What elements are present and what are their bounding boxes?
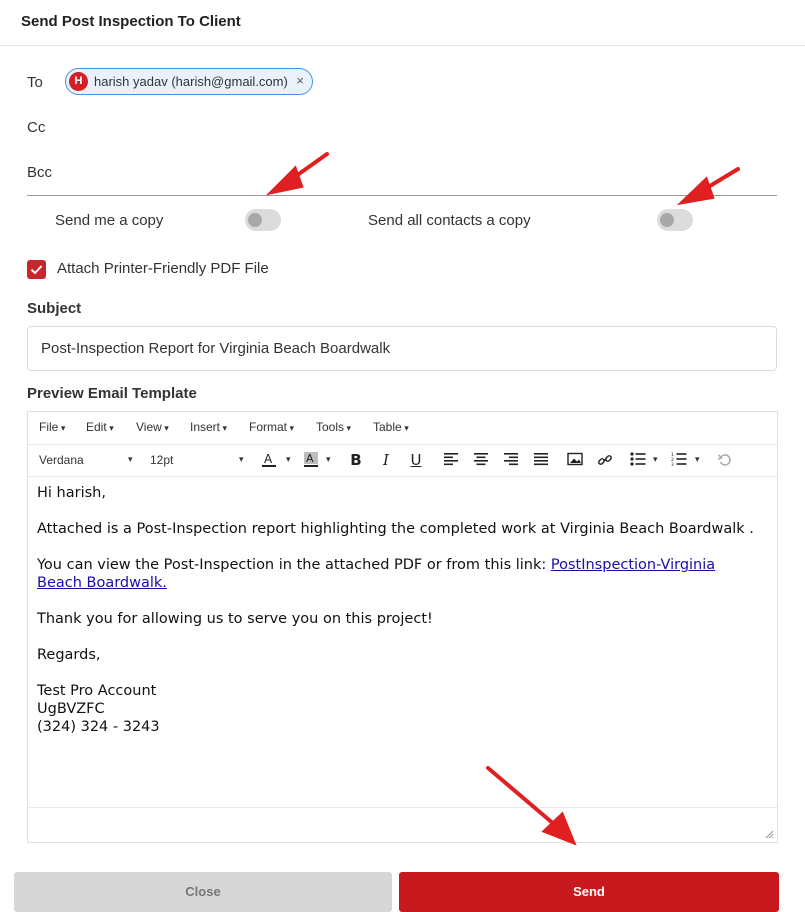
arrowhead-icon	[676, 176, 715, 206]
menu-edit[interactable]: Edit	[86, 420, 114, 434]
email-signature: Test Pro Account UgBVZFC (324) 324 - 3243	[37, 682, 762, 736]
insert-image-icon[interactable]	[565, 450, 585, 470]
align-justify-icon[interactable]	[531, 450, 551, 470]
email-greeting: Hi harish,	[37, 485, 106, 501]
arrow-to-send-all-contacts-icon	[698, 167, 740, 194]
subject-input[interactable]	[27, 326, 777, 371]
editor-statusbar	[28, 807, 777, 842]
toggle-knob	[660, 213, 674, 227]
send-button[interactable]: Send	[399, 872, 779, 912]
send-all-contacts-toggle[interactable]	[657, 209, 693, 231]
send-all-contacts-label: Send all contacts a copy	[368, 212, 531, 229]
arrow-to-send-me-copy-icon	[287, 152, 329, 183]
email-editor: File Edit View Insert Format Tools Table…	[27, 411, 778, 843]
svg-text:A: A	[306, 452, 314, 465]
menu-tools[interactable]: Tools	[316, 420, 351, 434]
subject-label: Subject	[27, 300, 82, 317]
dialog-header: Send Post Inspection To Client	[0, 0, 805, 46]
italic-icon[interactable]: I	[376, 450, 396, 470]
signature-code: UgBVZFC	[37, 701, 105, 717]
svg-text:3: 3	[671, 462, 674, 466]
menu-view[interactable]: View	[136, 420, 169, 434]
arrowhead-icon	[265, 165, 304, 196]
underline-icon[interactable]: U	[406, 450, 426, 470]
align-left-icon[interactable]	[441, 450, 461, 470]
signature-phone: (324) 324 - 3243	[37, 719, 160, 735]
recipient-avatar: H	[69, 72, 88, 91]
bold-icon[interactable]: B	[346, 450, 366, 470]
highlight-color-icon[interactable]: A	[301, 450, 321, 470]
font-size-select[interactable]: 12pt	[150, 453, 173, 467]
to-label: To	[27, 74, 43, 91]
menu-format[interactable]: Format	[249, 420, 294, 434]
bullet-list-icon[interactable]	[628, 450, 648, 470]
menu-insert[interactable]: Insert	[190, 420, 227, 434]
align-right-icon[interactable]	[501, 450, 521, 470]
remove-recipient-icon[interactable]: ×	[296, 73, 304, 88]
signature-name: Test Pro Account	[37, 683, 157, 699]
email-body[interactable]: Hi harish, Attached is a Post-Inspection…	[37, 484, 762, 754]
recipient-chip[interactable]: H harish yadav (harish@gmail.com) ×	[65, 68, 313, 95]
chevron-down-icon: ▾	[286, 454, 291, 464]
editor-menubar: File Edit View Insert Format Tools Table	[28, 412, 777, 445]
chevron-down-icon: ▾	[239, 454, 244, 464]
toggle-knob	[248, 213, 262, 227]
numbered-list-icon[interactable]: 123	[669, 450, 689, 470]
attach-pdf-checkbox[interactable]	[27, 260, 46, 279]
email-closing: Regards,	[37, 647, 101, 663]
link-icon[interactable]	[595, 450, 615, 470]
menu-file[interactable]: File	[39, 420, 65, 434]
text-color-icon[interactable]: A	[259, 450, 279, 470]
recipients-divider	[27, 195, 777, 196]
send-me-copy-toggle[interactable]	[245, 209, 281, 231]
cc-label: Cc	[27, 119, 46, 136]
font-family-select[interactable]: Verdana	[39, 453, 84, 467]
chevron-down-icon: ▾	[653, 454, 658, 464]
menu-table[interactable]: Table	[373, 420, 409, 434]
chevron-down-icon: ▾	[128, 454, 133, 464]
email-paragraph: Attached is a Post-Inspection report hig…	[37, 521, 754, 537]
close-button[interactable]: Close	[14, 872, 392, 912]
undo-icon[interactable]	[715, 450, 735, 470]
dialog-title: Send Post Inspection To Client	[21, 13, 241, 30]
email-link-intro: You can view the Post-Inspection in the …	[37, 557, 551, 573]
email-paragraph: Thank you for allowing us to serve you o…	[37, 611, 433, 627]
chevron-down-icon: ▾	[695, 454, 700, 464]
template-label: Preview Email Template	[27, 385, 197, 402]
send-me-copy-label: Send me a copy	[55, 212, 164, 229]
bcc-label: Bcc	[27, 164, 53, 181]
align-center-icon[interactable]	[471, 450, 491, 470]
resize-handle-icon[interactable]	[764, 829, 774, 839]
email-paragraph: You can view the Post-Inspection in the …	[37, 556, 762, 592]
attach-pdf-label: Attach Printer-Friendly PDF File	[57, 260, 269, 277]
editor-toolbar: Verdana ▾ 12pt ▾ A ▾ A ▾ B I U ▾ 1 2 3 ▾	[28, 445, 777, 477]
chevron-down-icon: ▾	[326, 454, 331, 464]
checkmark-icon	[30, 265, 43, 275]
svg-text:A: A	[264, 452, 273, 466]
recipient-chip-label: harish yadav (harish@gmail.com)	[94, 74, 288, 89]
